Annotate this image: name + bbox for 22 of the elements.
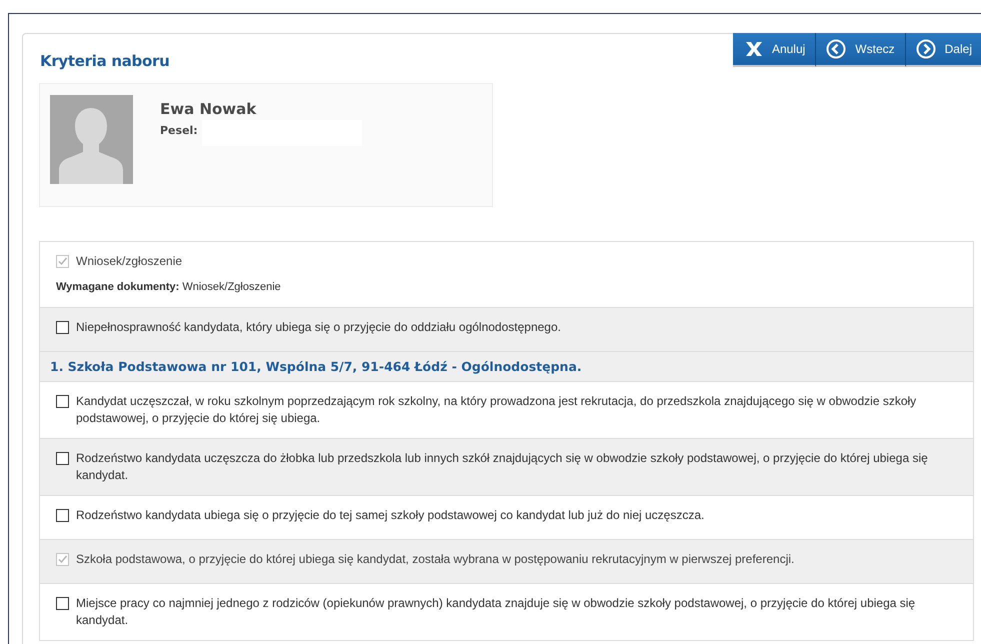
checkbox[interactable] xyxy=(56,452,69,465)
close-icon xyxy=(744,41,763,57)
criterion-label: Miejsce pracy co najmniej jednego z rodziców (opiekunów prawnych) kandydata znajduje się w obwodzie szkoły podstawowej, o przyjęcie do której ubiega się kandydat. xyxy=(76,595,916,629)
candidate-name: Ewa Nowak xyxy=(160,100,258,118)
criterion-label: Rodzeństwo kandydata ubiega się o przyjęcie do tej samej szkoły podstawowej co kandydat lub już do niej uczęszcza. xyxy=(76,507,704,524)
next-button[interactable]: Dalej xyxy=(906,33,981,67)
pesel-label: Pesel: xyxy=(160,124,198,137)
back-button[interactable]: Wstecz xyxy=(816,33,906,67)
school-heading: 1. Szkoła Podstawowa nr 101, Wspólna 5/7, 91-464 Łódź - Ogólnodostępna. xyxy=(40,352,973,382)
checkbox[interactable] xyxy=(56,597,69,610)
checkbox[interactable] xyxy=(56,321,69,334)
documents-value: Wniosek/Zgłoszenie xyxy=(182,281,281,293)
documents-label: Wymagane dokumenty: xyxy=(56,281,180,293)
checkbox[interactable] xyxy=(56,395,69,408)
criterion-label: Niepełnosprawność kandydata, który ubiega się o przyjęcie do oddziału ogólnodostępnego. xyxy=(76,319,561,336)
criterion-label: Rodzeństwo kandydata uczęszcza do żłobka lub przedszkola lub innych szkół znajdujących się w obwodzie szkoły podstawowej, o przyjęcie do której ubiega się kandydat. xyxy=(76,450,929,484)
cancel-button[interactable]: Anuluj xyxy=(732,33,816,67)
criterion-label: Wniosek/zgłoszenie xyxy=(76,253,182,270)
criterion-label: Szkoła podstawowa, o przyjęcie do której ubiega się kandydat, została wybrana w postępowaniu rekrutacyjnym w pierwszej preferencji. xyxy=(76,551,794,568)
checkbox[interactable] xyxy=(56,509,69,522)
page-title: Kryteria naboru xyxy=(40,52,170,70)
criterion-label: Kandydat uczęszczał, w roku szkolnym poprzedzającym rok szkolny, na który prowadzona jest rekrutacja, do przedszkola znajdującego się w obwodzie szkoły podstawowej, o przyjęcie do której się ubiega. xyxy=(76,393,918,427)
